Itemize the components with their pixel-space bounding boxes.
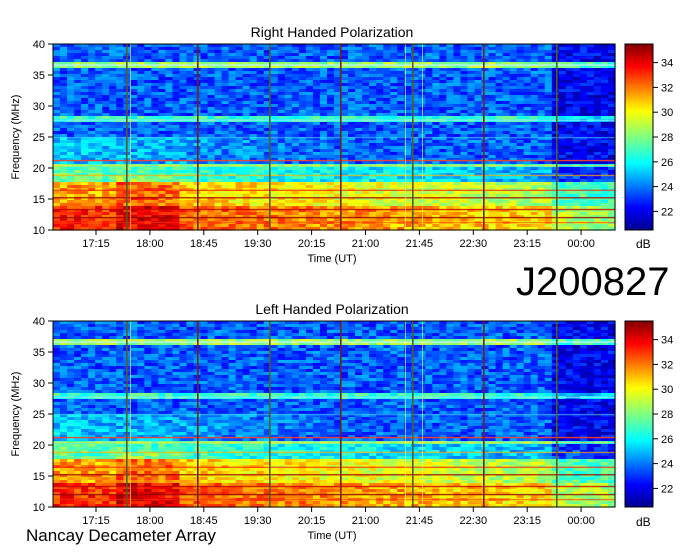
interference-line xyxy=(53,197,615,199)
calibration-line xyxy=(126,44,128,230)
y-tick-label: 30 xyxy=(33,101,45,113)
interference-line xyxy=(53,164,615,167)
top-spectrogram xyxy=(53,44,616,231)
calibration-line xyxy=(422,44,423,230)
interference-line xyxy=(53,159,615,162)
y-tick-label: 35 xyxy=(33,70,45,82)
interference-line xyxy=(53,64,615,66)
calibration-line xyxy=(340,44,342,230)
calibration-line xyxy=(269,44,271,230)
calibration-line xyxy=(483,44,485,230)
interference-line xyxy=(53,119,615,121)
top-panel: Right Handed Polarization 10152025303540… xyxy=(10,24,673,265)
top-y-axis: 10152025303540 xyxy=(33,39,53,237)
interference-line xyxy=(53,174,615,177)
calibration-line xyxy=(556,44,558,230)
y-tick-label: 25 xyxy=(33,132,45,144)
calibration-line xyxy=(130,44,131,230)
interference-line xyxy=(53,216,615,219)
calibration-line xyxy=(405,44,406,230)
calibration-line xyxy=(412,44,414,230)
top-panel-title: Right Handed Polarization xyxy=(251,24,414,40)
y-tick-label: 15 xyxy=(33,194,45,206)
interference-line xyxy=(53,189,615,192)
y-tick-label: 20 xyxy=(33,163,45,175)
interference-line xyxy=(53,208,615,211)
interference-line xyxy=(53,136,615,139)
y-tick-label: 10 xyxy=(33,225,45,237)
calibration-line xyxy=(197,44,199,230)
interference-line xyxy=(53,221,615,224)
